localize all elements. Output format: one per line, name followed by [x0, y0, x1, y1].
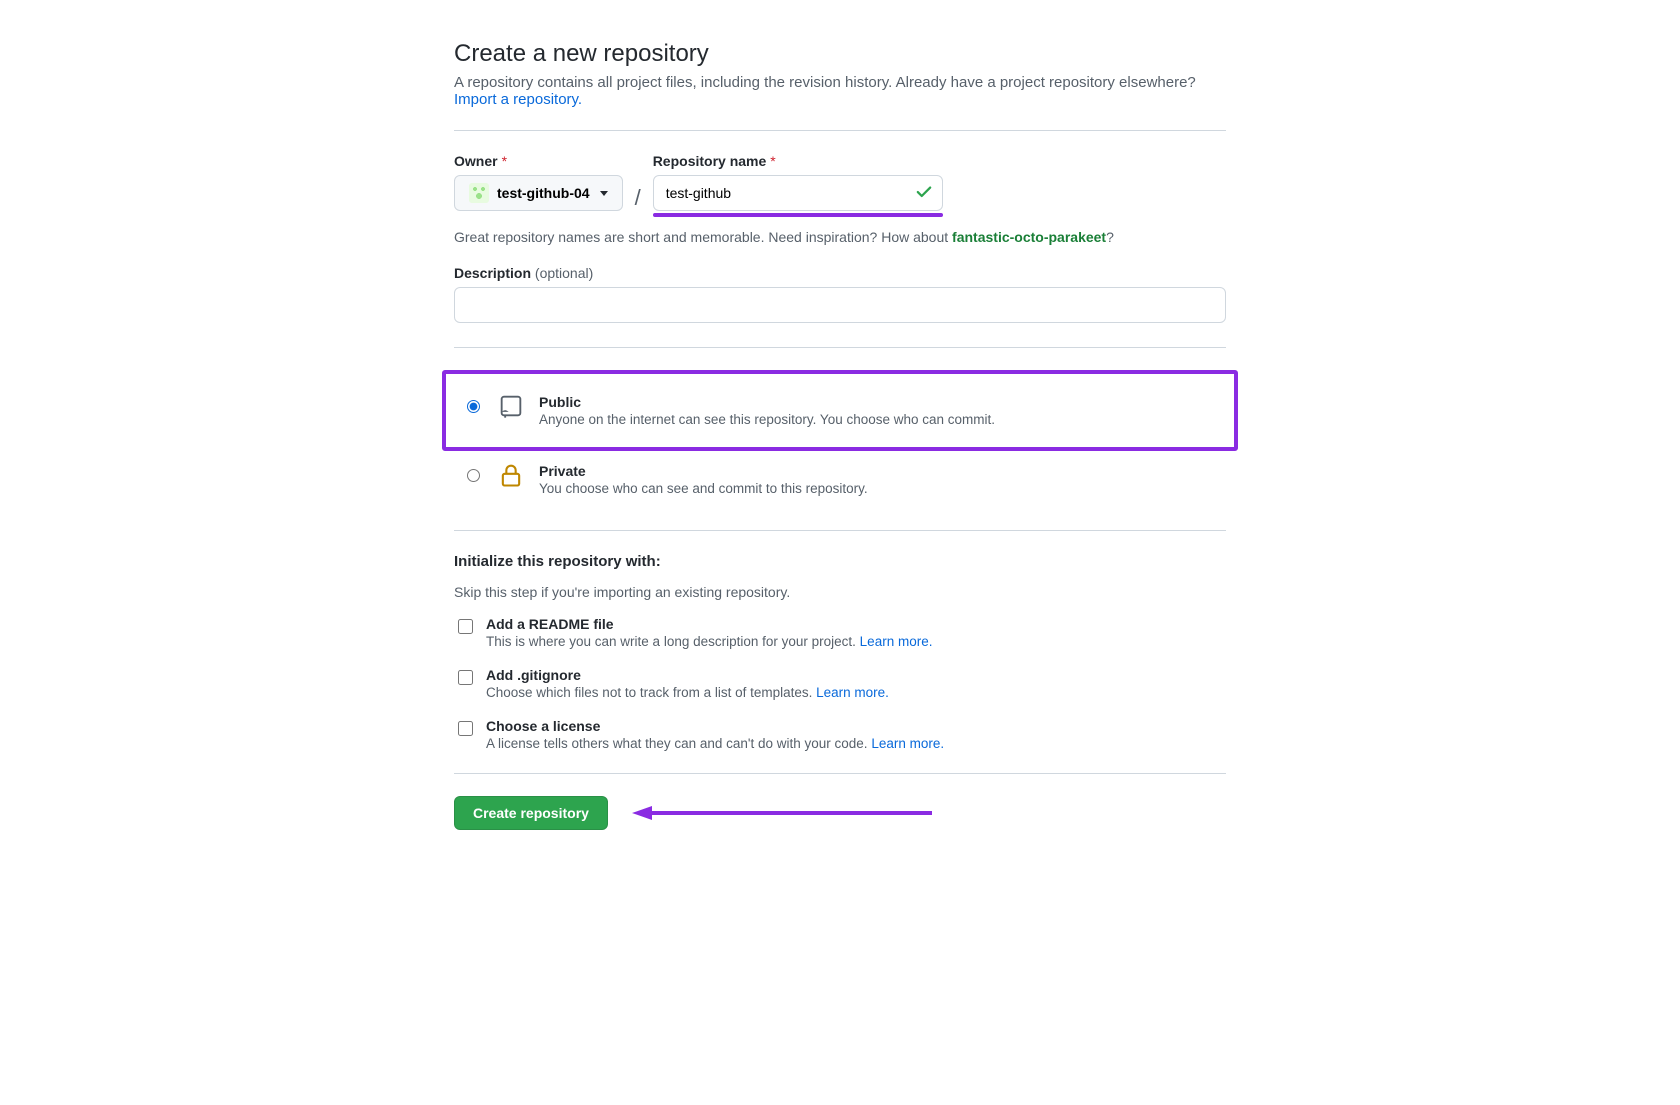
- init-license-text: Choose a license A license tells others …: [486, 718, 944, 751]
- init-gitignore-title: Add .gitignore: [486, 667, 889, 683]
- check-icon: [915, 183, 933, 204]
- init-readme-learn-more-link[interactable]: Learn more.: [860, 634, 933, 649]
- import-repo-link[interactable]: Import a repository.: [454, 91, 582, 108]
- init-gitignore-desc: Choose which files not to track from a l…: [486, 685, 889, 700]
- init-readme-checkbox[interactable]: [458, 619, 473, 634]
- init-license-desc-prefix: A license tells others what they can and…: [486, 736, 871, 751]
- init-license-title: Choose a license: [486, 718, 944, 734]
- visibility-public-radio[interactable]: [467, 400, 480, 413]
- required-star: *: [770, 153, 775, 169]
- repo-public-icon: [497, 392, 525, 423]
- init-readme-title: Add a README file: [486, 616, 932, 632]
- visibility-public-option[interactable]: Public Anyone on the internet can see th…: [454, 382, 1226, 439]
- init-license-learn-more-link[interactable]: Learn more.: [871, 736, 944, 751]
- divider: [454, 130, 1226, 131]
- repo-name-label: Repository name*: [653, 153, 943, 169]
- chevron-down-icon: [600, 191, 608, 196]
- repo-name-input[interactable]: [653, 175, 943, 211]
- init-license-checkbox[interactable]: [458, 721, 473, 736]
- init-license-option[interactable]: Choose a license A license tells others …: [454, 718, 1226, 751]
- init-gitignore-desc-prefix: Choose which files not to track from a l…: [486, 685, 816, 700]
- initialize-sub: Skip this step if you're importing an ex…: [454, 584, 1226, 600]
- visibility-private-desc: You choose who can see and commit to thi…: [539, 481, 868, 496]
- owner-label: Owner*: [454, 153, 623, 169]
- initialize-heading: Initialize this repository with:: [454, 553, 1226, 570]
- annotation-public-box: Public Anyone on the internet can see th…: [442, 370, 1238, 451]
- name-help-text: Great repository names are short and mem…: [454, 229, 1226, 245]
- optional-hint: (optional): [535, 265, 593, 281]
- owner-value: test-github-04: [497, 185, 590, 201]
- init-readme-desc-prefix: This is where you can write a long descr…: [486, 634, 860, 649]
- lock-icon: [497, 461, 525, 492]
- repo-name-input-wrap: [653, 175, 943, 211]
- init-readme-text: Add a README file This is where you can …: [486, 616, 932, 649]
- divider: [454, 773, 1226, 774]
- name-help-suffix: ?: [1106, 229, 1114, 245]
- init-license-desc: A license tells others what they can and…: [486, 736, 944, 751]
- repo-name-field: Repository name*: [653, 153, 943, 217]
- visibility-public-title: Public: [539, 394, 995, 410]
- description-label: Description (optional): [454, 265, 1226, 281]
- visibility-private-title: Private: [539, 463, 868, 479]
- init-readme-desc: This is where you can write a long descr…: [486, 634, 932, 649]
- init-readme-option[interactable]: Add a README file This is where you can …: [454, 616, 1226, 649]
- description-label-text: Description: [454, 265, 531, 281]
- required-star: *: [502, 153, 507, 169]
- owner-label-text: Owner: [454, 153, 498, 169]
- owner-select[interactable]: test-github-04: [454, 175, 623, 211]
- init-gitignore-option[interactable]: Add .gitignore Choose which files not to…: [454, 667, 1226, 700]
- owner-field: Owner* test-github-04: [454, 153, 623, 211]
- description-field: Description (optional): [454, 265, 1226, 323]
- description-input[interactable]: [454, 287, 1226, 323]
- repo-name-label-text: Repository name: [653, 153, 767, 169]
- visibility-private-text: Private You choose who can see and commi…: [539, 463, 868, 496]
- visibility-private-radio[interactable]: [467, 469, 480, 482]
- name-help-prefix: Great repository names are short and mem…: [454, 229, 952, 245]
- annotation-underline: [653, 213, 943, 217]
- name-suggestion-link[interactable]: fantastic-octo-parakeet: [952, 229, 1106, 245]
- visibility-public-text: Public Anyone on the internet can see th…: [539, 394, 995, 427]
- init-gitignore-checkbox[interactable]: [458, 670, 473, 685]
- init-gitignore-learn-more-link[interactable]: Learn more.: [816, 685, 889, 700]
- page-lead: A repository contains all project files,…: [454, 74, 1226, 108]
- annotation-arrow: [632, 803, 932, 826]
- new-repo-form: Create a new repository A repository con…: [430, 0, 1250, 890]
- slash-separator: /: [635, 185, 641, 217]
- avatar-icon: [469, 183, 489, 203]
- divider: [454, 347, 1226, 348]
- init-gitignore-text: Add .gitignore Choose which files not to…: [486, 667, 889, 700]
- create-repository-button[interactable]: Create repository: [454, 796, 608, 830]
- lead-text: A repository contains all project files,…: [454, 74, 1196, 91]
- page-title: Create a new repository: [454, 40, 1226, 68]
- owner-name-row: Owner* test-github-04 / Repository name*: [454, 153, 1226, 217]
- divider: [454, 530, 1226, 531]
- visibility-public-desc: Anyone on the internet can see this repo…: [539, 412, 995, 427]
- submit-row: Create repository: [454, 796, 1226, 830]
- visibility-private-option[interactable]: Private You choose who can see and commi…: [454, 451, 1226, 508]
